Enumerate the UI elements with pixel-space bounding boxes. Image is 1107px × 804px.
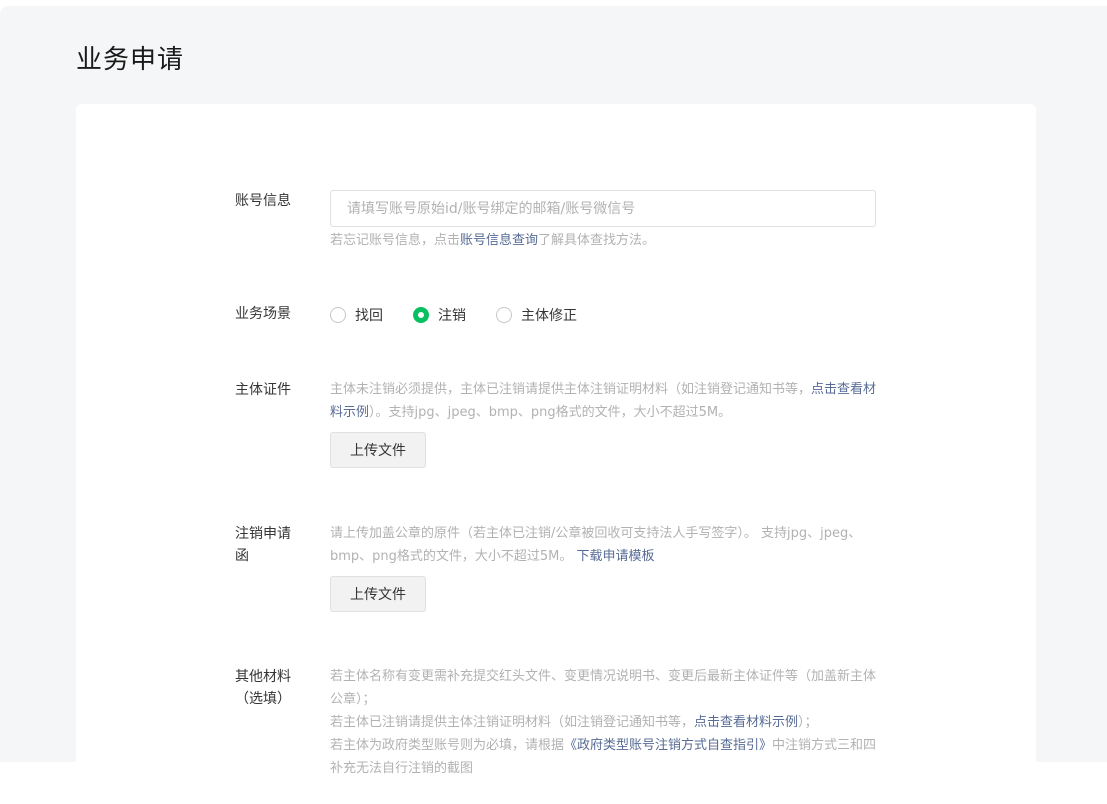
- entity-cert-label: 主体证件: [235, 382, 291, 398]
- page-background: 业务申请 账号信息 若忘记账号信息，点击账号信息查询了解具体查找方法。 业务场景…: [0, 6, 1107, 804]
- radio-option-retrieve[interactable]: 找回: [330, 305, 383, 325]
- other-materials-label: 其他材料（选填）: [235, 669, 291, 707]
- page-title: 业务申请: [76, 45, 185, 75]
- radio-option-label: 主体修正: [521, 308, 577, 324]
- radio-unchecked-icon: [330, 307, 346, 323]
- other-materials-line2: 若主体已注销请提供主体注销证明材料（如注销登记通知书等，点击查看材料示例）；: [330, 711, 878, 734]
- scenario-label: 业务场景: [235, 306, 291, 322]
- scenario-radio-group: 找回 注销 主体修正: [330, 304, 878, 326]
- other-materials-line3: 若主体为政府类型账号则为必填，请根据《政府类型账号注销方式自查指引》中注销方式三…: [330, 734, 878, 780]
- other-line2-prefix: 若主体已注销请提供主体注销证明材料（如注销登记通知书等，: [330, 715, 695, 730]
- other-line2-suffix: ）；: [798, 715, 818, 730]
- gov-guide-link[interactable]: 《政府类型账号注销方式自查指引》: [564, 738, 772, 753]
- cancel-letter-content: 请上传加盖公章的原件（若主体已注销/公章被回收可支持法人手写签字）。 支持jpg…: [330, 522, 878, 612]
- cancel-letter-label: 注销申请函: [235, 526, 291, 564]
- account-hint-suffix: 了解具体查找方法。: [538, 233, 656, 248]
- radio-checked-icon: [413, 307, 429, 323]
- account-info-content: 若忘记账号信息，点击账号信息查询了解具体查找方法。: [330, 190, 878, 252]
- entity-cert-hint-suffix: ）。支持jpg、jpeg、bmp、png格式的文件，大小不超过5M。: [369, 405, 732, 420]
- other-example-link[interactable]: 点击查看材料示例: [694, 715, 798, 730]
- application-form-card: 账号信息 若忘记账号信息，点击账号信息查询了解具体查找方法。 业务场景 找回 注…: [76, 104, 1036, 804]
- account-info-input[interactable]: [330, 190, 876, 227]
- other-line3-prefix: 若主体为政府类型账号则为必填，请根据: [330, 738, 565, 753]
- radio-unchecked-icon: [496, 307, 512, 323]
- cancel-letter-upload-button[interactable]: 上传文件: [330, 576, 426, 612]
- entity-cert-hint: 主体未注销必须提供，主体已注销请提供主体注销证明材料（如注销登记通知书等，点击查…: [330, 378, 878, 424]
- scenario-content: 找回 注销 主体修正: [330, 304, 878, 326]
- account-info-label: 账号信息: [235, 193, 291, 209]
- radio-option-entity-fix[interactable]: 主体修正: [496, 305, 577, 325]
- account-info-query-link[interactable]: 账号信息查询: [460, 233, 538, 248]
- radio-option-cancel[interactable]: 注销: [413, 305, 466, 325]
- radio-option-label: 注销: [438, 308, 466, 324]
- entity-cert-hint-prefix: 主体未注销必须提供，主体已注销请提供主体注销证明材料（如注销登记通知书等，: [330, 382, 812, 397]
- account-hint-prefix: 若忘记账号信息，点击: [330, 233, 461, 248]
- account-info-hint: 若忘记账号信息，点击账号信息查询了解具体查找方法。: [330, 229, 878, 252]
- download-template-link[interactable]: 下载申请模板: [577, 549, 655, 564]
- other-materials-content: 若主体名称有变更需补充提交红头文件、变更情况说明书、变更后最新主体证件等（加盖新…: [330, 665, 878, 780]
- other-materials-line1: 若主体名称有变更需补充提交红头文件、变更情况说明书、变更后最新主体证件等（加盖新…: [330, 669, 877, 707]
- cancel-letter-hint: 请上传加盖公章的原件（若主体已注销/公章被回收可支持法人手写签字）。 支持jpg…: [330, 522, 878, 568]
- radio-option-label: 找回: [355, 308, 383, 324]
- entity-cert-content: 主体未注销必须提供，主体已注销请提供主体注销证明材料（如注销登记通知书等，点击查…: [330, 378, 878, 468]
- entity-cert-upload-button[interactable]: 上传文件: [330, 432, 426, 468]
